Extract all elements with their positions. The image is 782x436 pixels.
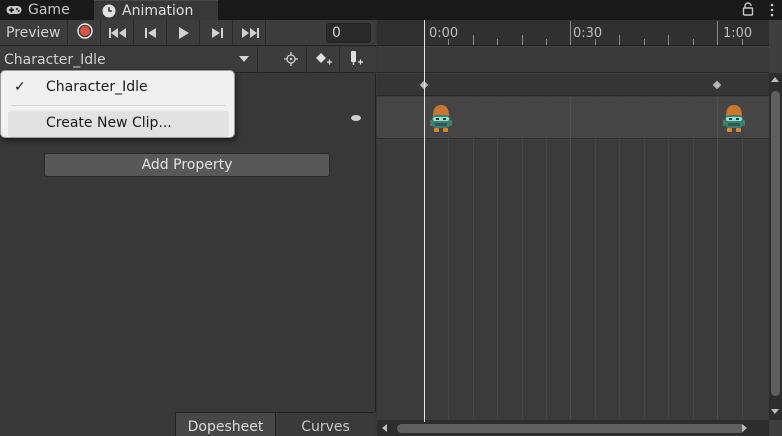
- preview-button[interactable]: Preview: [0, 20, 68, 46]
- vertical-scrollbar[interactable]: [769, 73, 782, 420]
- dopesheet-timeline[interactable]: 0:00 0:30 1:00: [377, 20, 782, 436]
- record-button[interactable]: [69, 20, 101, 46]
- target-icon: [283, 51, 298, 70]
- tab-curves[interactable]: Curves: [275, 412, 375, 436]
- add-event-button[interactable]: [341, 47, 373, 73]
- dopesheet-empty-area[interactable]: [377, 140, 769, 420]
- ruler-tick: [522, 35, 523, 45]
- tick-label: 0:00: [429, 26, 459, 41]
- dropdown-item-character-idle[interactable]: ✓ Character_Idle: [1, 73, 236, 101]
- next-keyframe-icon: [211, 24, 223, 43]
- character-sprite-icon[interactable]: [720, 102, 748, 136]
- ruler-tick: [546, 39, 547, 45]
- scroll-right-icon[interactable]: [742, 424, 747, 432]
- animation-window: Game Animation Preview 0 Character_Idle …: [0, 0, 782, 436]
- check-icon: ✓: [14, 79, 26, 95]
- grid-line: [595, 97, 596, 419]
- grid-line: [619, 97, 620, 419]
- add-keyframe-button[interactable]: [308, 47, 340, 73]
- record-icon: [76, 23, 93, 43]
- time-ruler[interactable]: 0:00 0:30 1:00: [377, 20, 769, 46]
- ruler-tick: [473, 35, 474, 45]
- dropdown-item-create-new-clip[interactable]: Create New Clip...: [8, 111, 229, 137]
- tick-label: 0:30: [573, 26, 603, 41]
- tab-animation-label: Animation: [122, 2, 194, 19]
- last-keyframe-icon: [241, 24, 259, 43]
- ruler-tick: [668, 35, 669, 45]
- ruler-tick: [497, 39, 498, 45]
- filter-by-selection-button[interactable]: [275, 47, 307, 73]
- summary-keyframes-row[interactable]: [377, 74, 769, 96]
- ruler-tick: [742, 39, 743, 45]
- gamepad-icon: [6, 4, 22, 16]
- ruler-tick: [693, 39, 694, 45]
- previous-keyframe-button[interactable]: [135, 20, 167, 46]
- character-sprite-icon[interactable]: [427, 102, 455, 136]
- playhead[interactable]: [424, 20, 425, 422]
- grid-line: [546, 97, 547, 419]
- vertical-scroll-thumb[interactable]: [771, 91, 780, 396]
- grid-line: [717, 97, 718, 419]
- first-keyframe-button[interactable]: [102, 20, 134, 46]
- play-button[interactable]: [168, 20, 200, 46]
- dropdown-separator: [11, 105, 226, 106]
- scroll-up-icon[interactable]: [771, 77, 779, 82]
- last-keyframe-button[interactable]: [234, 20, 266, 46]
- grid-line: [742, 97, 743, 419]
- ruler-tick: [448, 39, 449, 45]
- summary-keyframe[interactable]: [711, 79, 723, 91]
- ruler-tick: [644, 39, 645, 45]
- property-key-dot-icon: [351, 115, 361, 121]
- chevron-down-icon: [239, 56, 249, 62]
- grid-line: [570, 97, 571, 419]
- tab-dopesheet[interactable]: Dopesheet: [175, 412, 275, 436]
- frame-input[interactable]: 0: [326, 23, 371, 43]
- grid-line: [522, 97, 523, 419]
- tick-label: 1:00: [723, 26, 753, 41]
- grid-line: [497, 97, 498, 419]
- tab-game-label: Game: [28, 2, 70, 18]
- play-icon: [178, 24, 190, 43]
- dropdown-item-label: Create New Clip...: [46, 115, 172, 131]
- scroll-left-icon[interactable]: [382, 424, 387, 432]
- grid-line: [668, 97, 669, 419]
- grid-line: [473, 97, 474, 419]
- events-row[interactable]: [377, 47, 769, 73]
- add-event-icon: [349, 50, 365, 70]
- tab-game[interactable]: Game: [6, 0, 92, 20]
- grid-line: [448, 97, 449, 419]
- ruler-tick: [619, 35, 620, 45]
- tab-animation[interactable]: Animation: [94, 0, 218, 20]
- grid-line: [693, 97, 694, 419]
- scroll-down-icon[interactable]: [771, 409, 779, 414]
- next-keyframe-button[interactable]: [201, 20, 233, 46]
- playback-toolbar: Preview 0: [0, 20, 376, 46]
- view-mode-tabs: Dopesheet Curves: [0, 412, 376, 436]
- lock-icon[interactable]: [742, 1, 754, 20]
- ruler-tick: [595, 39, 596, 45]
- kebab-menu-icon[interactable]: [770, 2, 774, 21]
- horizontal-scrollbar[interactable]: [377, 420, 769, 436]
- add-property-button[interactable]: Add Property: [44, 153, 330, 177]
- add-keyframe-icon: [315, 51, 333, 70]
- previous-keyframe-icon: [144, 24, 157, 43]
- dropdown-item-label: Character_Idle: [46, 79, 148, 95]
- horizontal-scroll-thumb[interactable]: [397, 424, 745, 433]
- clip-dropdown-menu: ✓ Character_Idle Create New Clip...: [0, 70, 235, 138]
- tab-bar: Game Animation: [0, 0, 782, 20]
- clock-icon: [102, 4, 116, 18]
- grid-line: [644, 97, 645, 419]
- ruler-tick: [717, 21, 718, 45]
- clip-selector-label: Character_Idle: [4, 52, 106, 68]
- first-keyframe-icon: [108, 24, 127, 43]
- ruler-tick: [570, 21, 571, 45]
